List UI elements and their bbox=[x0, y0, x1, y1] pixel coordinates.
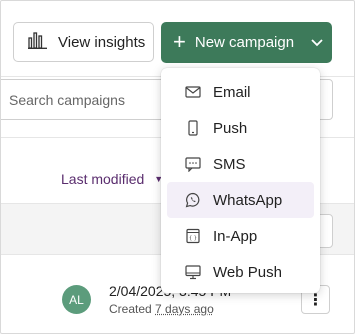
menu-item-in-app[interactable]: { } In-App bbox=[167, 218, 314, 254]
created-prefix: Created bbox=[109, 302, 152, 316]
bar-chart-icon bbox=[28, 31, 48, 53]
menu-item-email[interactable]: Email bbox=[167, 74, 314, 110]
in-app-icon: { } bbox=[185, 228, 201, 244]
search-placeholder: Search campaigns bbox=[9, 91, 125, 108]
view-insights-button[interactable]: View insights bbox=[13, 22, 154, 62]
menu-item-label: Email bbox=[213, 83, 251, 101]
menu-item-push[interactable]: Push bbox=[167, 110, 314, 146]
row-created: Created 7 days ago bbox=[109, 302, 214, 316]
new-campaign-menu: Email Push SMS WhatsApp { } In-App Web P… bbox=[161, 68, 320, 293]
menu-item-label: SMS bbox=[213, 155, 246, 173]
new-campaign-label: New campaign bbox=[194, 34, 295, 51]
menu-item-label: Push bbox=[213, 119, 248, 137]
search-input[interactable]: Search campaigns bbox=[1, 79, 166, 120]
sort-dropdown[interactable]: Last modified ▼ bbox=[61, 171, 163, 187]
menu-item-sms[interactable]: SMS bbox=[167, 146, 314, 182]
menu-item-label: WhatsApp bbox=[213, 191, 283, 209]
sort-label: Last modified bbox=[61, 171, 145, 187]
plus-icon: + bbox=[173, 28, 186, 54]
sms-icon bbox=[185, 156, 201, 172]
phone-icon bbox=[185, 120, 201, 136]
menu-item-label: In-App bbox=[213, 227, 258, 245]
monitor-icon bbox=[185, 264, 201, 280]
menu-item-web-push[interactable]: Web Push bbox=[167, 254, 314, 290]
svg-text:{ }: { } bbox=[189, 236, 197, 242]
campaigns-page: View insights + New campaign Search camp… bbox=[0, 0, 355, 334]
whatsapp-icon bbox=[185, 192, 201, 208]
avatar: AL bbox=[62, 285, 91, 314]
created-ago: 7 days ago bbox=[155, 302, 214, 316]
new-campaign-button[interactable]: + New campaign bbox=[161, 22, 332, 63]
view-insights-label: View insights bbox=[58, 33, 146, 51]
mail-icon bbox=[185, 84, 201, 100]
chevron-down-icon bbox=[311, 34, 323, 51]
menu-item-whatsapp[interactable]: WhatsApp bbox=[167, 182, 314, 218]
menu-item-label: Web Push bbox=[213, 263, 282, 281]
